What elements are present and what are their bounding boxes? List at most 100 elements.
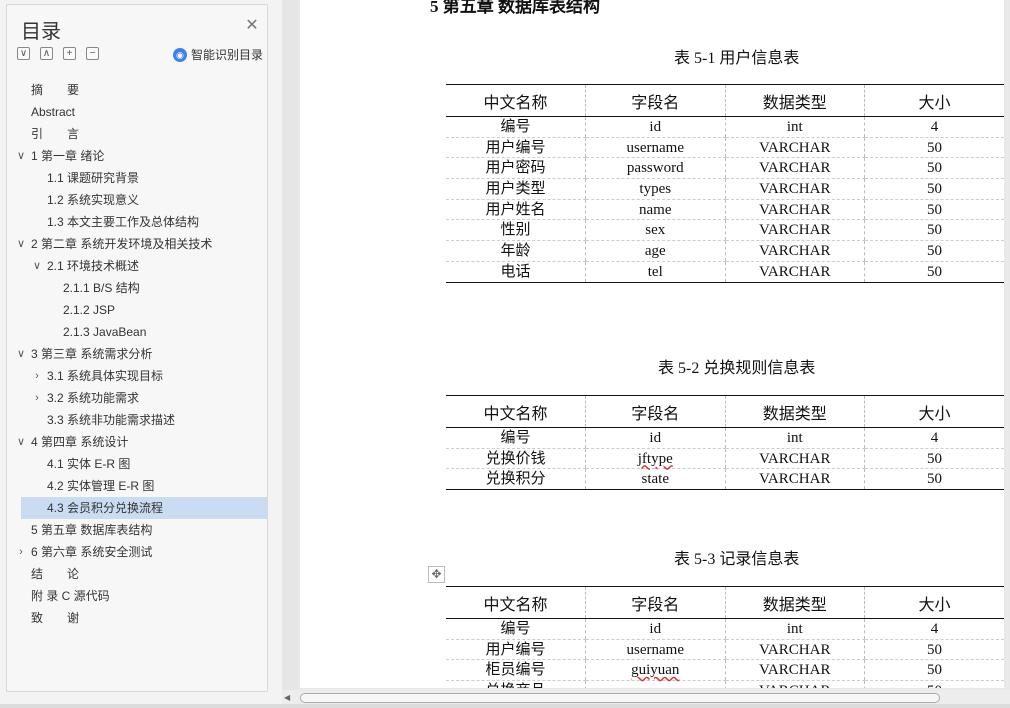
toc-item[interactable]: 1.1 课题研究背景 [21, 167, 267, 189]
table-cell: 4 [864, 427, 1004, 449]
table-header-cell: 字段名 [585, 586, 725, 619]
table-header-cell: 数据类型 [724, 84, 865, 117]
table-caption: 表 5-3 记录信息表 [674, 551, 800, 568]
toc-item-label: 2.1.2 JSP [63, 303, 116, 317]
toc-item[interactable]: ∨ 2 第二章 系统开发环境及相关技术 [17, 233, 267, 255]
table-cell: VARCHAR [724, 178, 865, 200]
table-header-row: 中文名称 字段名 数据类型 大小 [446, 84, 1004, 117]
table-cell: 用户编号 [446, 639, 586, 661]
toc-item[interactable]: 2.1.2 JSP [21, 299, 267, 321]
ai-toc-button[interactable]: ◉ 智能识别目录 [172, 46, 263, 63]
table-cell: 编号 [446, 618, 586, 640]
toc-item[interactable]: 2.1.3 JavaBean [21, 321, 267, 343]
table-cell: 50 [864, 199, 1004, 221]
toc-item[interactable]: 引 言 [21, 123, 267, 145]
document-page: 5 第五章 数据库表结构 ✥ 表 5-1 用户信息表 中文名称 字段名 数据类型 大小编… [300, 0, 1004, 688]
table-cell: 编号 [446, 427, 586, 449]
toc-item[interactable]: ∨ 3 第三章 系统需求分析 [17, 343, 267, 365]
chevron-down-icon[interactable]: ∨ [15, 431, 27, 453]
toc-item[interactable]: ∨ 2.1 环境技术概述 [21, 255, 267, 277]
table-cell: state [585, 468, 725, 491]
table-cell: id [585, 427, 725, 449]
toc-item[interactable]: ∨ 4 第四章 系统设计 [17, 431, 267, 453]
toc-item-label: 4.1 实体 E-R 图 [47, 457, 131, 471]
chevron-down-icon[interactable]: ∨ [15, 233, 27, 255]
chapter-heading: 5 第五章 数据库表结构 [430, 0, 600, 16]
document-area: 5 第五章 数据库表结构 ✥ 表 5-1 用户信息表 中文名称 字段名 数据类型 大小编… [298, 0, 1010, 690]
toc-item[interactable]: ∨ 1 第一章 绪论 [17, 145, 267, 167]
chevron-right-icon[interactable]: › [31, 365, 43, 387]
remove-heading-button[interactable]: − [86, 47, 99, 60]
chevron-down-icon[interactable]: ∨ [15, 145, 27, 167]
table-header-cell: 中文名称 [446, 395, 586, 428]
toc-item[interactable]: Abstract [21, 101, 267, 123]
toc-item[interactable]: 5 第五章 数据库表结构 [21, 519, 267, 541]
collapse-all-button[interactable]: ∨ [17, 47, 30, 60]
toc-item[interactable]: 附 录 C 源代码 [21, 585, 267, 607]
table-cell: 50 [864, 468, 1004, 491]
toc-item-label: 2.1.3 JavaBean [63, 325, 147, 339]
table-cell: 50 [864, 157, 1004, 180]
toc-item[interactable]: 1.3 本文主要工作及总体结构 [21, 211, 267, 233]
table-header-cell: 中文名称 [446, 586, 586, 619]
table-row: 编号 id int 4 [446, 427, 1004, 449]
table-header-row: 中文名称 字段名 数据类型 大小 [446, 395, 1004, 428]
toc-panel: 目录 ✕ ∨ ∧ + − ◉ 智能识别目录 摘 要 Abstract 引 言 ∨ 1 第… [6, 4, 268, 692]
toc-item[interactable]: 4.1 实体 E-R 图 [21, 453, 267, 475]
toc-item[interactable]: 3.3 系统非功能需求描述 [21, 409, 267, 431]
table-cell: 50 [864, 659, 1004, 682]
close-icon[interactable]: ✕ [243, 17, 261, 35]
table-cell: VARCHAR [724, 468, 865, 491]
chevron-down-icon[interactable]: ∨ [15, 343, 27, 365]
toc-item[interactable]: › 3.2 系统功能需求 [21, 387, 267, 409]
toc-item[interactable]: 1.2 系统实现意义 [21, 189, 267, 211]
table-row: 用户密码 password VARCHAR 50 [446, 157, 1004, 180]
panel-splitter[interactable] [282, 0, 298, 708]
chevron-down-icon[interactable]: ∨ [31, 255, 43, 277]
scroll-left-icon[interactable]: ◀ [284, 692, 294, 704]
scrollbar-thumb[interactable] [300, 693, 940, 703]
table-cell: int [724, 427, 865, 449]
toc-item-label: 摘 要 [31, 83, 80, 97]
chevron-right-icon[interactable]: › [15, 541, 27, 563]
toc-item-label: 1.2 系统实现意义 [47, 193, 140, 207]
table-cell: id [585, 618, 725, 640]
table-row: 兑换价钱 jftype VARCHAR 50 [446, 448, 1004, 470]
data-table[interactable]: 中文名称 字段名 数据类型 大小 编号 id int 4 兑换价钱 jftype VARCHAR 50… [446, 395, 1004, 491]
table-cell: 兑换商品 [446, 680, 586, 688]
toc-item-label: 3.3 系统非功能需求描述 [47, 413, 176, 427]
toc-item[interactable]: 4.3 会员积分兑换流程 [21, 497, 267, 519]
table-cell: 50 [864, 137, 1004, 159]
add-heading-button[interactable]: + [63, 47, 76, 60]
table-cell: VARCHAR [724, 240, 865, 262]
toc-item-label: Abstract [31, 105, 76, 119]
toc-item-label: 2 第二章 系统开发环境及相关技术 [31, 237, 213, 251]
table-cell: 用户密码 [446, 157, 586, 180]
chevron-right-icon[interactable]: › [31, 387, 43, 409]
table-row: 用户编号 username VARCHAR 50 [446, 639, 1004, 661]
table-cell: VARCHAR [724, 157, 865, 180]
table-cell: 50 [864, 219, 1004, 242]
toc-item[interactable]: › 3.1 系统具体实现目标 [21, 365, 267, 387]
toc-item[interactable]: 结 论 [21, 563, 267, 585]
table-cell: 50 [864, 639, 1004, 661]
toc-item[interactable]: 摘 要 [21, 79, 267, 101]
table-cell: VARCHAR [724, 659, 865, 682]
table-header-cell: 字段名 [585, 84, 725, 117]
toc-toolbar: ∨ ∧ + − [17, 47, 99, 60]
move-handle-icon[interactable]: ✥ [428, 566, 445, 583]
table-row: 编号 id int 4 [446, 618, 1004, 640]
table-cell: VARCHAR [724, 639, 865, 661]
toc-item[interactable]: 4.2 实体管理 E-R 图 [21, 475, 267, 497]
table-cell: age [585, 240, 725, 262]
toc-item[interactable]: 2.1.1 B/S 结构 [21, 277, 267, 299]
table-header-cell: 中文名称 [446, 84, 586, 117]
table-cell: spname [585, 680, 725, 688]
table-cell: 50 [864, 240, 1004, 262]
data-table[interactable]: 中文名称 字段名 数据类型 大小 编号 id int 4 用户编号 username VARCHAR… [446, 84, 1004, 283]
status-strip [0, 704, 1010, 708]
data-table[interactable]: 中文名称 字段名 数据类型 大小 编号 id int 4 用户编号 username VARCHAR… [446, 586, 1004, 688]
toc-item[interactable]: 致 谢 [21, 607, 267, 629]
toc-item[interactable]: › 6 第六章 系统安全测试 [19, 541, 267, 563]
expand-all-button[interactable]: ∧ [40, 47, 53, 60]
